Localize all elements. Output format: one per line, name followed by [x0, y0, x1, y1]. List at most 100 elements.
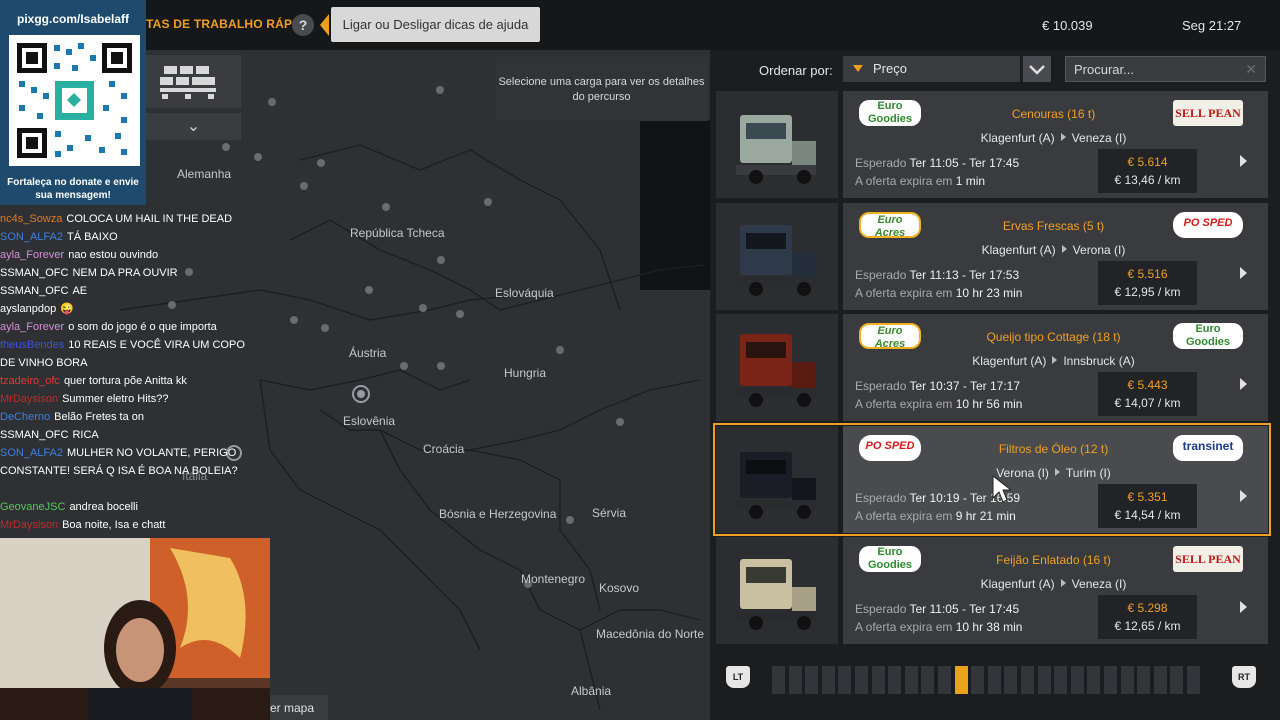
- page-segment[interactable]: [855, 666, 868, 694]
- page-segment[interactable]: [1137, 666, 1151, 694]
- expiry-label: A oferta expira em: [855, 397, 953, 411]
- job-card-selected[interactable]: PO SPED Filtros de Óleo (12 t) transinet…: [713, 423, 1271, 536]
- chat-user: DeCherno: [0, 411, 51, 423]
- route-origin: Klagenfurt (A): [981, 243, 1056, 257]
- chat-message: andrea bocelli: [69, 501, 138, 513]
- map-label-croacia: Croácia: [423, 442, 465, 456]
- search-field[interactable]: ✕: [1065, 56, 1266, 82]
- job-info: Euro Goodies Feijão Enlatado (16 t) SELL…: [843, 537, 1268, 644]
- chat-line: tzadeiro_ofc quer tortura põe Anitta kk: [0, 372, 270, 390]
- job-card[interactable]: Euro Acres Queijo tipo Cottage (18 t) Eu…: [716, 314, 1268, 421]
- chevron-right-icon[interactable]: [1240, 601, 1247, 613]
- stream-chat: nc4s_Sowza COLOCA UM HAIL IN THE DEAD SON…: [0, 210, 270, 534]
- chevron-right-icon[interactable]: [1240, 378, 1247, 390]
- job-price: € 5.298: [1127, 601, 1168, 615]
- chat-user: SSMAN_OFC: [0, 429, 69, 441]
- chevron-right-icon[interactable]: [1240, 155, 1247, 167]
- route-destination: Veneza (I): [1071, 577, 1127, 591]
- page-segment[interactable]: [772, 666, 785, 694]
- job-expiry: A oferta expira em 1 min: [855, 174, 985, 188]
- route-destination: Veneza (I): [1071, 131, 1127, 145]
- page-segment[interactable]: [1037, 666, 1051, 694]
- chat-message: TÁ BAIXO: [66, 231, 118, 243]
- truck-thumbnail: [716, 203, 838, 310]
- chat-user: MrDaysison: [0, 393, 59, 405]
- page-segment[interactable]: [805, 666, 819, 694]
- page-segment[interactable]: [1021, 666, 1034, 694]
- next-page-button[interactable]: RT: [1232, 666, 1256, 688]
- prev-page-button[interactable]: LT: [726, 666, 750, 688]
- help-icon[interactable]: ?: [292, 14, 314, 36]
- job-info: Euro Acres Queijo tipo Cottage (18 t) Eu…: [843, 314, 1268, 421]
- donate-overlay: pixgg.com/Isabelaff Fortaleça no donate …: [0, 0, 146, 205]
- job-eta: Esperado Ter 11:05 - Ter 17:45: [855, 156, 1019, 170]
- page-segment[interactable]: [1104, 666, 1117, 694]
- expiry-value: 9 hr 21 min: [955, 509, 1016, 523]
- chat-user: nc4s_Sowza: [0, 213, 63, 225]
- page-segment[interactable]: [1004, 666, 1018, 694]
- sort-select[interactable]: Preço: [843, 56, 1020, 82]
- job-card[interactable]: Euro Goodies Cenouras (16 t) SELL PEAN K…: [716, 91, 1268, 198]
- job-route: Klagenfurt (A) Veneza (I): [843, 577, 1264, 591]
- page-segment[interactable]: [1170, 666, 1184, 694]
- chat-line: DeCherno Belão Fretes ta on: [0, 408, 270, 426]
- view-map-button[interactable]: er mapa: [268, 695, 328, 720]
- chat-line: SSMAN_OFC RICA: [0, 426, 270, 444]
- page-segment[interactable]: [1054, 666, 1068, 694]
- chat-message: Boa noite, Isa e chatt: [62, 519, 166, 531]
- chat-line: ayslanpdop 😜: [0, 300, 270, 318]
- page-segment-current[interactable]: [954, 666, 968, 694]
- page-segment[interactable]: [938, 666, 951, 694]
- route-hint-panel: Selecione uma carga para ver os detalhes…: [495, 57, 708, 121]
- chat-user: SSMAN_OFC: [0, 267, 69, 279]
- job-card[interactable]: Euro Acres Ervas Frescas (5 t) PO SPED K…: [716, 203, 1268, 310]
- page-segment[interactable]: [1087, 666, 1101, 694]
- truck-thumbnail: [716, 426, 838, 533]
- toggle-help-tips-button[interactable]: Ligar ou Desligar dicas de ajuda: [331, 7, 540, 42]
- page-segment[interactable]: [904, 666, 918, 694]
- page-segment[interactable]: [971, 666, 985, 694]
- cargo-filter-button[interactable]: [146, 55, 241, 108]
- expand-filter-button[interactable]: ⌄: [146, 113, 241, 140]
- page-segment[interactable]: [788, 666, 802, 694]
- price-box: € 5.351 € 14,54 / km: [1098, 484, 1197, 528]
- page-segment[interactable]: [1153, 666, 1167, 694]
- target-company-logo: SELL PEAN: [1173, 546, 1243, 572]
- page-segment[interactable]: [921, 666, 935, 694]
- close-icon[interactable]: ✕: [1245, 61, 1257, 78]
- map-label-macedonia: Macedônia do Norte: [596, 627, 705, 641]
- page-segment[interactable]: [1070, 666, 1084, 694]
- page-segment[interactable]: [888, 666, 902, 694]
- route-origin: Klagenfurt (A): [972, 354, 1047, 368]
- sort-dropdown-button[interactable]: [1023, 56, 1051, 82]
- chat-message: o som do jogo é o que importa: [68, 321, 217, 333]
- page-segment[interactable]: [838, 666, 852, 694]
- search-input[interactable]: [1066, 57, 1236, 81]
- game-clock: Seg 21:27: [1182, 18, 1242, 33]
- chat-message: quer tortura põe Anitta kk: [63, 375, 187, 387]
- route-destination: Innsbruck (A): [1063, 354, 1135, 368]
- truck-thumbnail: [716, 91, 838, 198]
- eta-label: Esperado: [855, 268, 907, 282]
- page-segment[interactable]: [1187, 666, 1200, 694]
- chat-line: ayla_Forever o som do jogo é o que import…: [0, 318, 270, 336]
- job-price-per-km: € 14,54 / km: [1114, 508, 1181, 522]
- target-company-logo: SELL PEAN: [1173, 100, 1243, 126]
- map-label-eslovaquia: Eslováquia: [495, 286, 554, 300]
- page-segment[interactable]: [987, 666, 1001, 694]
- expiry-value: 10 hr 56 min: [955, 397, 1023, 411]
- page-segment[interactable]: [871, 666, 885, 694]
- chat-user: MrDaysison: [0, 519, 59, 531]
- job-card[interactable]: Euro Goodies Feijão Enlatado (16 t) SELL…: [716, 537, 1268, 644]
- chevron-right-icon[interactable]: [1240, 267, 1247, 279]
- eta-value: Ter 11:13 - Ter 17:53: [909, 268, 1020, 282]
- page-segment[interactable]: [1120, 666, 1134, 694]
- chat-user: SON_ALFA2: [0, 447, 63, 459]
- page-segment[interactable]: [821, 666, 835, 694]
- donate-message: Fortaleça no donate e envie sua mensagem…: [7, 177, 139, 201]
- chat-line: SON_ALFA2 TÁ BAIXO: [0, 228, 270, 246]
- chevron-right-icon[interactable]: [1240, 490, 1247, 502]
- job-price: € 5.443: [1127, 378, 1168, 392]
- eta-label: Esperado: [855, 156, 907, 170]
- job-expiry: A oferta expira em 10 hr 38 min: [855, 620, 1022, 634]
